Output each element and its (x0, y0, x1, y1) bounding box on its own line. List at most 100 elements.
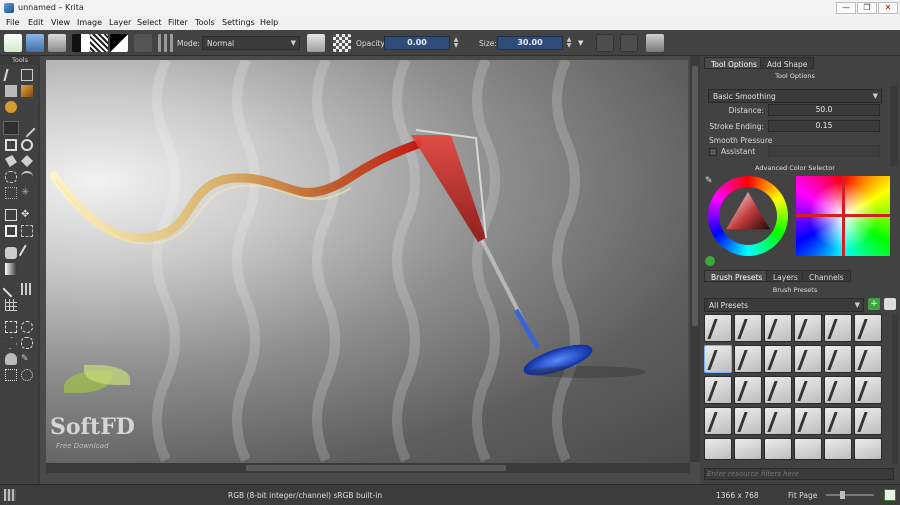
mirror-horizontal-icon[interactable] (596, 34, 614, 52)
color-wheel[interactable] (708, 176, 788, 256)
save-icon[interactable] (48, 34, 66, 52)
ellipse-tool-icon[interactable] (21, 139, 33, 151)
zoom-level[interactable]: Fit Page (788, 491, 817, 500)
preserve-alpha-icon[interactable] (333, 34, 351, 52)
brush-preset-26[interactable] (734, 438, 762, 460)
brush-preset-13[interactable] (704, 376, 732, 404)
measure-tool-icon[interactable] (2, 280, 20, 298)
brush-preset-5[interactable] (824, 314, 852, 342)
text-tool-icon[interactable] (21, 69, 33, 81)
color-square-selector[interactable] (796, 176, 890, 256)
menu-filter[interactable]: Filter (168, 18, 188, 27)
size-spin-icon[interactable]: ▲ ▼ (565, 37, 573, 49)
brush-preset-16[interactable] (794, 376, 822, 404)
star-tool-icon[interactable] (21, 155, 33, 167)
opacity-spin-icon[interactable]: ▲ ▼ (452, 37, 460, 49)
brush-preset-8[interactable] (734, 345, 762, 373)
menu-view[interactable]: View (51, 18, 70, 27)
menu-file[interactable]: File (6, 18, 19, 27)
similar-select-icon[interactable]: ✎ (21, 353, 33, 365)
tab-tool-options[interactable]: Tool Options (704, 57, 764, 69)
assistant-checkbox[interactable] (709, 148, 717, 156)
brush-preset-4[interactable] (794, 314, 822, 342)
preset-view-icon[interactable] (884, 298, 896, 310)
color-picker-icon[interactable]: ✎ (705, 176, 715, 186)
fg-bg-color-icon[interactable] (110, 34, 128, 52)
menu-help[interactable]: Help (260, 18, 278, 27)
freehand-brush-tool-icon[interactable] (3, 121, 19, 135)
ruler-tool-icon[interactable] (21, 283, 33, 295)
brush-preset-14[interactable] (734, 376, 762, 404)
brush-preset-17[interactable] (824, 376, 852, 404)
menu-settings[interactable]: Settings (222, 18, 255, 27)
transform-tool-icon[interactable] (5, 225, 17, 237)
erase-mode-icon[interactable] (307, 34, 325, 52)
crop-tool-icon[interactable] (5, 209, 17, 221)
tool-options-scrollbar[interactable] (890, 86, 898, 166)
ellipse-select-icon[interactable] (21, 321, 33, 333)
contiguous-select-icon[interactable] (5, 353, 17, 365)
canvas[interactable]: SoftFD Free Download (46, 60, 688, 463)
menu-layer[interactable]: Layer (109, 18, 131, 27)
brush-preset-20[interactable] (734, 407, 762, 435)
brush-preset-24[interactable] (854, 407, 882, 435)
menu-image[interactable]: Image (77, 18, 102, 27)
multibrush-tool-icon[interactable]: ✳ (21, 187, 33, 199)
brush-preset-7[interactable] (704, 345, 732, 373)
brush-preset-18[interactable] (854, 376, 882, 404)
horizontal-scrollbar[interactable] (46, 463, 690, 473)
stroke-ending-field[interactable]: 0.15 (768, 120, 880, 132)
brush-preset-19[interactable] (704, 407, 732, 435)
distance-field[interactable]: 50.0 (768, 104, 880, 116)
color-history-icon[interactable] (705, 256, 715, 266)
opacity-slider[interactable]: 0.00 (384, 36, 450, 50)
perspective-tool-icon[interactable] (21, 225, 33, 237)
mirror-vertical-icon[interactable] (620, 34, 638, 52)
brush-preset-11[interactable] (824, 345, 852, 373)
rect-select-icon[interactable] (5, 321, 17, 333)
gradient-fill-icon[interactable] (5, 263, 17, 275)
assistant-magnetism-slider[interactable] (768, 145, 880, 157)
dynamic-brush-icon[interactable] (5, 187, 17, 199)
new-document-icon[interactable] (4, 34, 22, 52)
gradient-tool-icon[interactable] (5, 101, 17, 113)
tab-add-shape[interactable]: Add Shape (760, 57, 815, 69)
bezier-curve-icon[interactable] (21, 171, 33, 183)
horizontal-scroll-thumb[interactable] (246, 465, 506, 471)
brush-preset-30[interactable] (854, 438, 882, 460)
brush-preset-22[interactable] (794, 407, 822, 435)
maximize-button[interactable]: ❐ (857, 2, 877, 14)
select-shapes-tool-icon[interactable] (3, 69, 19, 81)
smoothing-select[interactable]: Basic Smoothing ▼ (708, 89, 882, 103)
tab-channels[interactable]: Channels (802, 270, 851, 282)
brush-preset-9[interactable] (764, 345, 792, 373)
canvas-only-icon[interactable] (884, 489, 896, 501)
brush-preset-12[interactable] (854, 345, 882, 373)
calligraphy-tool-icon[interactable] (21, 85, 33, 97)
brush-preset-6[interactable] (854, 314, 882, 342)
workspace-icon[interactable] (646, 34, 664, 52)
fill-tool-icon[interactable] (5, 247, 17, 259)
brush-preset-27[interactable] (764, 438, 792, 460)
path-tool-icon[interactable] (5, 171, 17, 183)
brush-preset-23[interactable] (824, 407, 852, 435)
vertical-scroll-thumb[interactable] (692, 66, 698, 326)
magnetic-select-icon[interactable] (21, 369, 33, 381)
menu-select[interactable]: Select (137, 18, 162, 27)
rectangle-tool-icon[interactable] (5, 139, 17, 151)
close-button[interactable]: ✕ (878, 2, 898, 14)
brush-editor-icon[interactable] (158, 34, 176, 52)
zoom-slider-handle[interactable] (840, 491, 845, 499)
freehand-select-icon[interactable] (21, 337, 33, 349)
menu-tools[interactable]: Tools (195, 18, 215, 27)
zoom-slider[interactable] (826, 491, 874, 499)
brush-preset-15[interactable] (764, 376, 792, 404)
pattern-icon[interactable] (90, 34, 108, 52)
brush-preset-2[interactable] (734, 314, 762, 342)
brush-preset-3[interactable] (764, 314, 792, 342)
brush-preset-icon[interactable] (134, 34, 152, 52)
add-preset-icon[interactable]: + (868, 298, 880, 310)
blend-mode-select[interactable]: Normal ▼ (202, 36, 300, 50)
tab-brush-presets[interactable]: Brush Presets (704, 270, 770, 282)
line-tool-icon[interactable] (18, 120, 36, 138)
